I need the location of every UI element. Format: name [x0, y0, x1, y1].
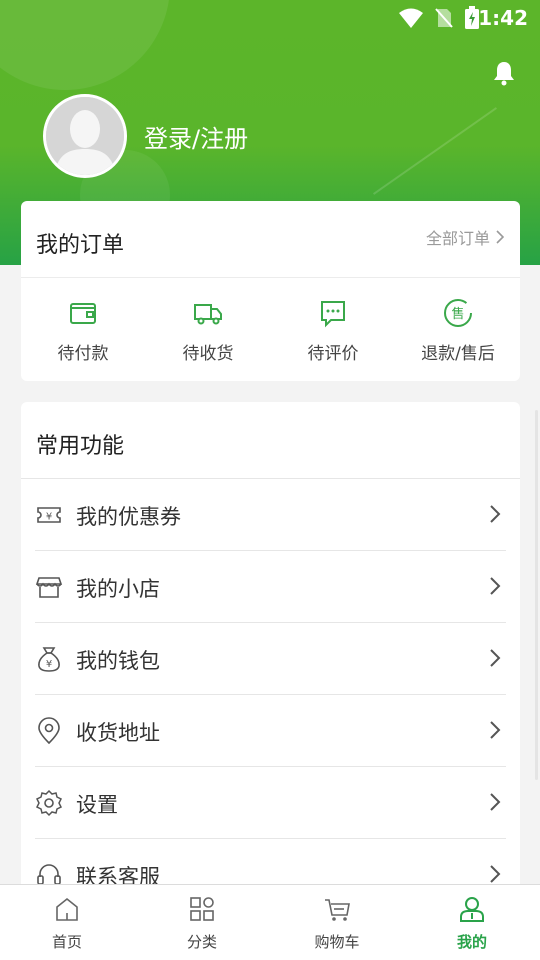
menu-item-shop[interactable]: 我的小店: [21, 551, 520, 623]
menu-item-label: 收货地址: [76, 721, 160, 745]
svg-text:¥: ¥: [46, 512, 52, 523]
menu-item-coupons[interactable]: ¥ 我的优惠券: [21, 479, 520, 551]
home-icon: [56, 897, 78, 921]
user-icon: [460, 897, 484, 922]
login-register-link[interactable]: 登录/注册: [144, 119, 248, 154]
default-avatar-icon: [46, 97, 124, 175]
order-item-label: 待收货: [182, 344, 234, 364]
wallet-icon: [70, 303, 96, 324]
chevron-right-icon: [490, 721, 501, 739]
wifi-icon: [399, 8, 423, 28]
all-orders-label: 全部订单: [425, 229, 490, 248]
cart-icon: [325, 899, 350, 921]
menu-item-label: 我的小店: [76, 577, 160, 601]
chevron-right-icon: [490, 793, 501, 811]
header-decoration: [372, 107, 498, 195]
bottom-navigation: 首页 分类 购物车 我的: [0, 884, 540, 960]
order-pending-review[interactable]: 待评价: [273, 297, 393, 364]
settings-icon: [35, 789, 63, 817]
menu-item-label: 我的优惠券: [76, 505, 181, 529]
order-pending-receipt[interactable]: 待收货: [148, 297, 268, 364]
divider: [21, 277, 520, 278]
orders-title: 我的订单: [36, 233, 125, 258]
menu-item-settings[interactable]: 设置: [21, 767, 520, 839]
chat-icon: [321, 301, 345, 328]
order-item-label: 待付款: [57, 344, 109, 364]
menu-item-wallet[interactable]: ¥ 我的钱包: [21, 623, 520, 695]
status-bar: 1:42: [0, 0, 540, 36]
after-sale-icon: 售: [444, 299, 472, 327]
menu-item-label: 我的钱包: [76, 649, 160, 673]
order-item-label: 退款/售后: [421, 344, 495, 364]
nav-cart[interactable]: 购物车: [292, 895, 382, 952]
scrollbar[interactable]: [535, 410, 538, 780]
chevron-right-icon: [490, 865, 501, 883]
svg-text:售: 售: [451, 306, 464, 322]
no-sim-icon: [435, 8, 453, 28]
notification-bell-icon[interactable]: [492, 60, 516, 86]
truck-icon: [194, 304, 222, 325]
category-icon: [190, 897, 214, 921]
order-pending-payment[interactable]: 待付款: [23, 297, 143, 364]
avatar[interactable]: [43, 94, 127, 178]
nav-home[interactable]: 首页: [22, 895, 112, 952]
chevron-right-icon: [490, 577, 501, 595]
location-icon: [38, 717, 60, 745]
nav-label: 首页: [51, 933, 82, 951]
status-time: 1:42: [478, 6, 528, 30]
chevron-right-icon: [496, 230, 504, 244]
nav-category[interactable]: 分类: [157, 895, 247, 952]
order-after-sale[interactable]: 售 退款/售后: [398, 297, 518, 364]
status-icons: [398, 6, 480, 30]
svg-text:¥: ¥: [46, 659, 52, 670]
functions-card: 常用功能 ¥ 我的优惠券 我的小店 ¥ 我的钱包 收货地址 设置 联系客服: [21, 402, 520, 902]
functions-title: 常用功能: [36, 434, 125, 459]
nav-label: 我的: [456, 933, 487, 951]
money-bag-icon: ¥: [38, 647, 60, 672]
all-orders-link[interactable]: 全部订单: [426, 225, 504, 249]
nav-label: 购物车: [314, 933, 360, 951]
nav-label: 分类: [186, 933, 217, 951]
shop-icon: [35, 577, 63, 598]
menu-item-label: 设置: [76, 793, 118, 817]
menu-item-address[interactable]: 收货地址: [21, 695, 520, 767]
order-item-label: 待评价: [307, 344, 359, 364]
chevron-right-icon: [490, 649, 501, 667]
coupon-icon: ¥: [37, 507, 61, 523]
nav-mine[interactable]: 我的: [427, 895, 517, 952]
orders-card: 我的订单 全部订单 待付款 待收货 待评价 售 退款/售后: [21, 201, 520, 381]
chevron-right-icon: [490, 505, 501, 523]
